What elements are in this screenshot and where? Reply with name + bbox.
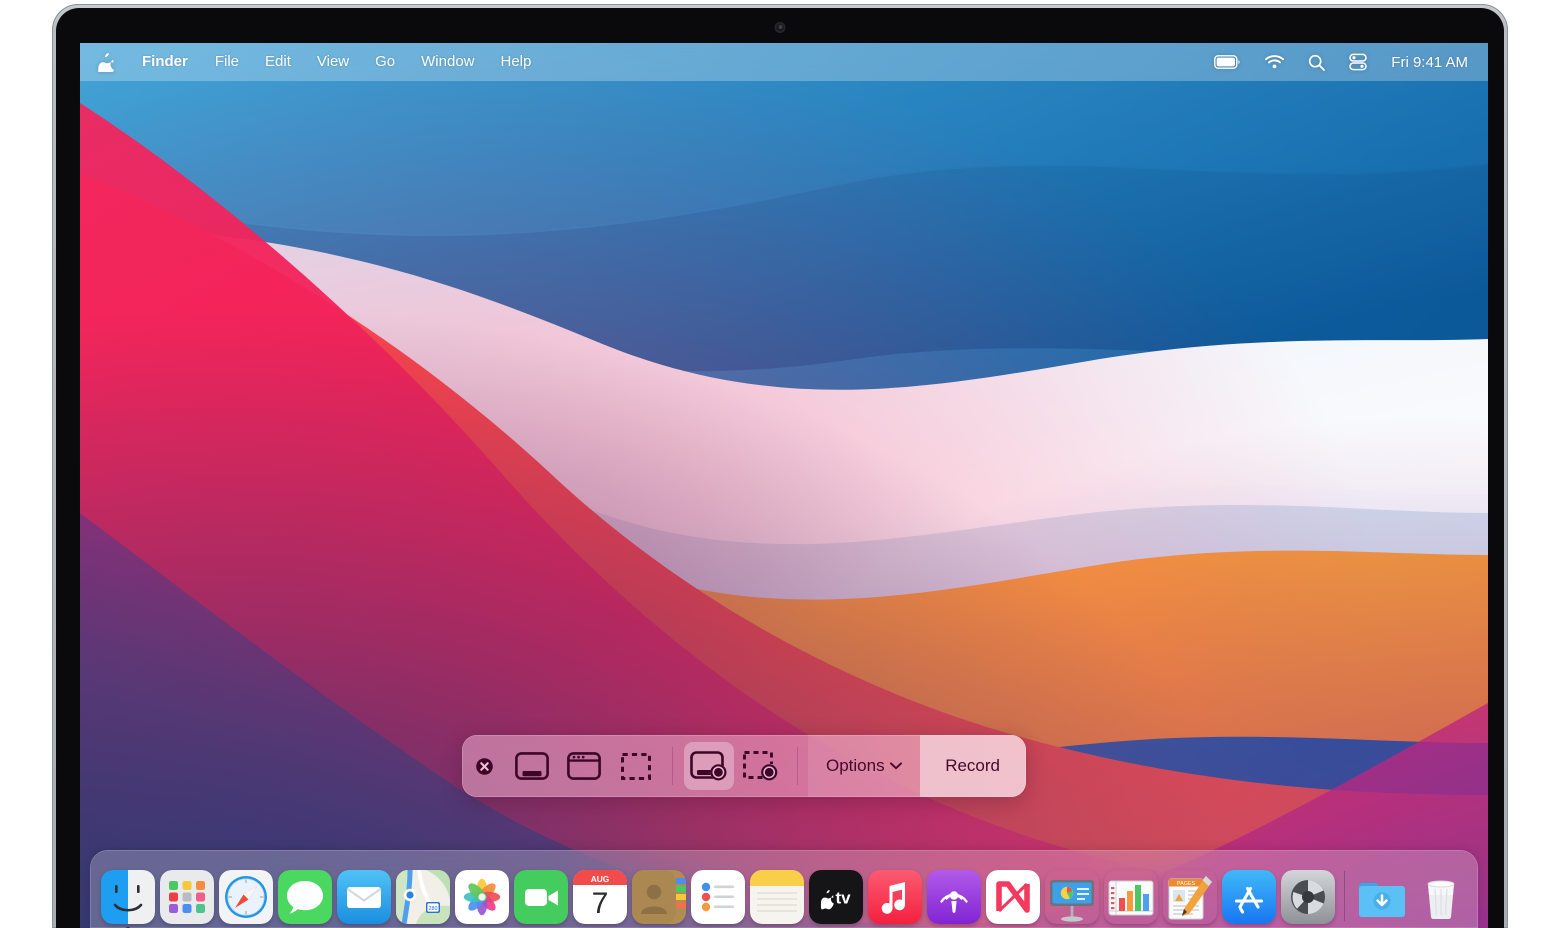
capture-entire-screen-button[interactable] xyxy=(507,742,557,790)
menu-item-window[interactable]: Window xyxy=(408,50,487,74)
news-icon xyxy=(985,870,1040,924)
options-label: Options xyxy=(826,756,885,775)
dock-item-podcasts[interactable] xyxy=(925,867,982,924)
capture-mode-group xyxy=(506,735,662,797)
dock-item-calendar[interactable]: AUG 7 xyxy=(571,867,628,924)
finder-icon xyxy=(100,870,155,924)
appstore-icon xyxy=(1221,870,1276,924)
photos-icon xyxy=(454,870,509,924)
options-dropdown-button[interactable]: Options xyxy=(808,735,920,797)
dock-item-keynote[interactable] xyxy=(1043,867,1100,924)
dock-item-pages[interactable]: PAGES xyxy=(1161,867,1218,924)
control-center-icon[interactable] xyxy=(1337,51,1379,73)
dock-item-contacts[interactable] xyxy=(630,867,687,924)
capture-selected-window-button[interactable] xyxy=(559,742,609,790)
menu-item-view[interactable]: View xyxy=(304,50,362,74)
menu-bar-status-area: Fri 9:41 AM xyxy=(1202,51,1474,73)
dock-item-messages[interactable] xyxy=(276,867,333,924)
dock-item-system-preferences[interactable] xyxy=(1279,867,1336,924)
chevron-down-icon xyxy=(889,762,902,770)
dock-item-launchpad[interactable] xyxy=(158,867,215,924)
dock-item-reminders[interactable] xyxy=(689,867,746,924)
svg-text:280: 280 xyxy=(428,906,437,912)
menu-item-finder[interactable]: Finder xyxy=(128,50,202,74)
mail-icon xyxy=(336,870,391,924)
dock-item-numbers[interactable] xyxy=(1102,867,1159,924)
dock-item-mail[interactable] xyxy=(335,867,392,924)
safari-icon xyxy=(218,870,273,924)
dock-item-finder[interactable] xyxy=(99,867,156,928)
record-selected-portion-icon xyxy=(743,751,778,781)
selected-window-icon xyxy=(567,752,601,780)
record-entire-screen-button[interactable] xyxy=(684,742,734,790)
svg-text:PAGES: PAGES xyxy=(1176,881,1195,887)
appletv-icon: tv xyxy=(808,870,863,924)
dock-separator xyxy=(1344,871,1345,921)
laptop-chassis: Finder File Edit View Go Window Help Fri… xyxy=(52,4,1508,928)
capture-selected-portion-button[interactable] xyxy=(611,742,661,790)
menu-item-edit[interactable]: Edit xyxy=(252,50,304,74)
dock-item-notes[interactable] xyxy=(748,867,805,924)
calendar-icon: AUG 7 xyxy=(572,870,627,924)
numbers-icon xyxy=(1104,870,1158,924)
calendar-day: 7 xyxy=(591,887,608,920)
menu-bar-clock[interactable]: Fri 9:41 AM xyxy=(1379,52,1474,73)
dock: 280 AUG 7 tv PAGES xyxy=(90,850,1478,928)
svg-text:tv: tv xyxy=(835,889,851,908)
dock-item-photos[interactable] xyxy=(453,867,510,924)
record-button[interactable]: Record xyxy=(919,735,1026,797)
record-selected-portion-button[interactable] xyxy=(736,742,786,790)
menu-item-go[interactable]: Go xyxy=(362,50,408,74)
notes-icon xyxy=(749,870,804,924)
desktop-screen: Finder File Edit View Go Window Help Fri… xyxy=(80,43,1488,928)
messages-icon xyxy=(277,870,332,924)
menu-bar-left: Finder File Edit View Go Window Help xyxy=(96,50,544,74)
podcasts-icon xyxy=(926,870,981,924)
dock-item-appletv[interactable]: tv xyxy=(807,867,864,924)
downloads-folder-icon xyxy=(1355,870,1409,924)
entire-screen-icon xyxy=(515,752,549,780)
music-icon xyxy=(867,870,922,924)
launchpad-icon xyxy=(159,870,214,924)
keynote-icon xyxy=(1045,870,1099,924)
record-entire-screen-icon xyxy=(690,751,727,781)
menu-bar: Finder File Edit View Go Window Help Fri… xyxy=(80,43,1488,81)
reminders-icon xyxy=(690,870,745,924)
dock-item-news[interactable] xyxy=(984,867,1041,924)
system-preferences-icon xyxy=(1280,870,1335,924)
toolbar-divider-1 xyxy=(672,747,673,785)
dock-item-appstore[interactable] xyxy=(1220,867,1277,924)
menu-item-file[interactable]: File xyxy=(202,50,252,74)
facetime-icon xyxy=(513,870,568,924)
dock-item-safari[interactable] xyxy=(217,867,274,924)
close-screenshot-toolbar-button[interactable] xyxy=(462,735,506,797)
dock-item-trash[interactable] xyxy=(1412,867,1469,924)
pages-icon: PAGES xyxy=(1163,870,1217,924)
wifi-icon[interactable] xyxy=(1253,53,1296,71)
close-icon xyxy=(475,757,493,775)
screenshot-toolbar: Options Record xyxy=(462,735,1026,797)
toolbar-divider-2 xyxy=(797,747,798,785)
menu-item-help[interactable]: Help xyxy=(488,50,545,74)
contacts-icon xyxy=(631,870,686,924)
calendar-month: AUG xyxy=(590,874,609,884)
record-mode-group xyxy=(683,735,787,797)
dock-item-downloads-folder[interactable] xyxy=(1353,867,1410,924)
selected-portion-icon xyxy=(621,752,651,780)
trash-icon xyxy=(1414,870,1468,924)
dock-item-facetime[interactable] xyxy=(512,867,569,924)
facetime-camera-icon xyxy=(775,23,785,32)
maps-icon: 280 xyxy=(395,870,450,924)
dock-item-music[interactable] xyxy=(866,867,923,924)
dock-item-maps[interactable]: 280 xyxy=(394,867,451,924)
apple-logo-icon[interactable] xyxy=(96,52,128,72)
search-icon[interactable] xyxy=(1296,52,1337,73)
record-button-label: Record xyxy=(945,756,1000,775)
battery-icon[interactable] xyxy=(1202,53,1253,71)
